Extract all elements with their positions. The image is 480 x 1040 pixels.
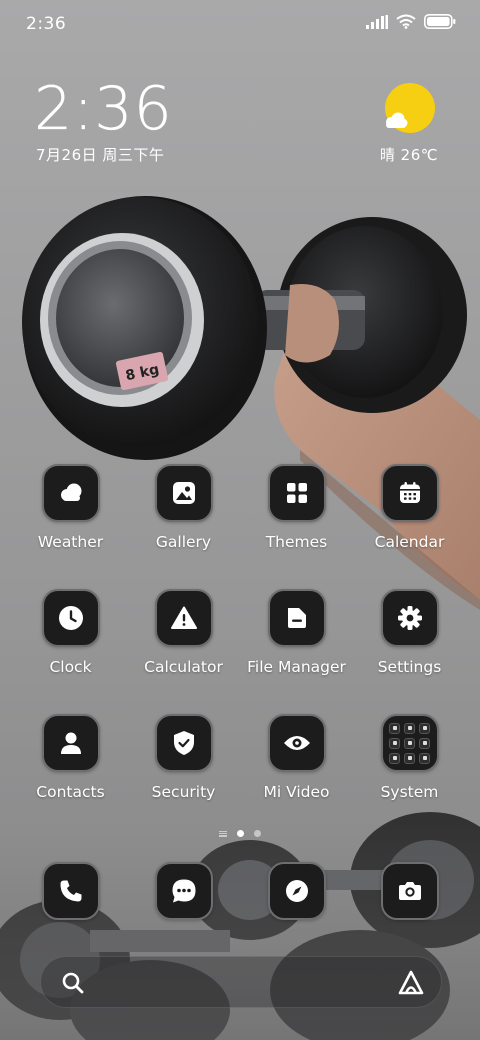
folder-mini-app-icon (419, 737, 430, 749)
folder-mini-app-icon (404, 737, 415, 749)
app-clock[interactable]: Clock (14, 589, 127, 714)
contacts-icon[interactable] (41, 714, 100, 772)
app-mi-video[interactable]: Mi Video (240, 714, 353, 839)
status-bar: 2:36 (0, 0, 480, 50)
app-label: Gallery (155, 533, 212, 551)
app-label: File Manager (247, 658, 346, 676)
camera-icon[interactable] (380, 862, 439, 920)
signal-icon (366, 14, 388, 33)
wifi-icon (396, 14, 416, 33)
weather-widget[interactable]: 晴 26℃ (374, 82, 444, 165)
weather-text: 晴 26℃ (379, 146, 439, 164)
gallery-icon[interactable] (154, 464, 213, 522)
app-label: Mi Video (263, 783, 330, 801)
folder-mini-app-icon (419, 752, 430, 764)
weather-icon[interactable] (41, 464, 100, 522)
app-label: Clock (49, 658, 92, 676)
browser-icon[interactable] (267, 862, 326, 920)
app-label: Themes (265, 533, 328, 551)
app-security[interactable]: Security (127, 714, 240, 839)
file-manager-icon[interactable] (267, 589, 326, 647)
clock-widget-time: 2:36 (34, 74, 173, 144)
themes-icon[interactable] (267, 464, 326, 522)
folder-mini-app-icon (419, 722, 430, 734)
search-icon[interactable] (61, 971, 85, 999)
mi-video-icon[interactable] (267, 714, 326, 772)
clock-widget[interactable]: 2:36 7月26日 周三下午 (34, 78, 173, 165)
app-calendar[interactable]: Calendar (353, 464, 466, 589)
app-settings[interactable]: Settings (353, 589, 466, 714)
clock-icon[interactable] (41, 589, 100, 647)
messages-icon[interactable] (154, 862, 213, 920)
app-themes[interactable]: Themes (240, 464, 353, 589)
dock (14, 862, 466, 924)
app-contacts[interactable]: Contacts (14, 714, 127, 839)
status-time: 2:36 (26, 14, 67, 34)
app-grid: Weather Gallery Themes Calendar Clock Ca… (14, 464, 466, 839)
minus-one-screen-indicator (219, 830, 227, 837)
app-label: System (380, 783, 439, 801)
app-label: Calendar (374, 533, 445, 551)
phone-icon[interactable] (41, 862, 100, 920)
dock-app-phone[interactable] (14, 862, 127, 924)
folder-mini-app-icon (404, 752, 415, 764)
battery-icon (424, 14, 456, 33)
folder-mini-app-icon (404, 722, 415, 734)
app-folder-system[interactable]: System (353, 714, 466, 839)
clock-widget-date: 7月26日 周三下午 (36, 146, 165, 164)
status-icons (366, 14, 456, 33)
search-bar[interactable] (40, 956, 442, 1008)
app-weather[interactable]: Weather (14, 464, 127, 589)
folder-mini-app-icon (389, 752, 400, 764)
dock-app-messages[interactable] (127, 862, 240, 924)
app-label: Calculator (144, 658, 223, 676)
settings-icon[interactable] (380, 589, 439, 647)
folder-mini-app-icon (389, 722, 400, 734)
page-indicator[interactable] (0, 830, 480, 837)
app-label: Weather (37, 533, 104, 551)
folder-icon[interactable] (380, 714, 439, 772)
app-label: Contacts (36, 783, 105, 801)
calculator-icon[interactable] (154, 589, 213, 647)
sun-cloud-icon (383, 82, 435, 134)
page-dot-active (237, 830, 244, 837)
security-icon[interactable] (154, 714, 213, 772)
dock-app-camera[interactable] (353, 862, 466, 924)
page-dot (254, 830, 261, 837)
app-calculator[interactable]: Calculator (127, 589, 240, 714)
dock-app-browser[interactable] (240, 862, 353, 924)
calendar-icon[interactable] (380, 464, 439, 522)
app-label: Settings (377, 658, 442, 676)
assistant-icon[interactable] (397, 969, 425, 1001)
app-file-manager[interactable]: File Manager (240, 589, 353, 714)
app-label: Security (151, 783, 216, 801)
app-gallery[interactable]: Gallery (127, 464, 240, 589)
folder-mini-app-icon (389, 737, 400, 749)
folder-preview-grid (389, 722, 430, 764)
